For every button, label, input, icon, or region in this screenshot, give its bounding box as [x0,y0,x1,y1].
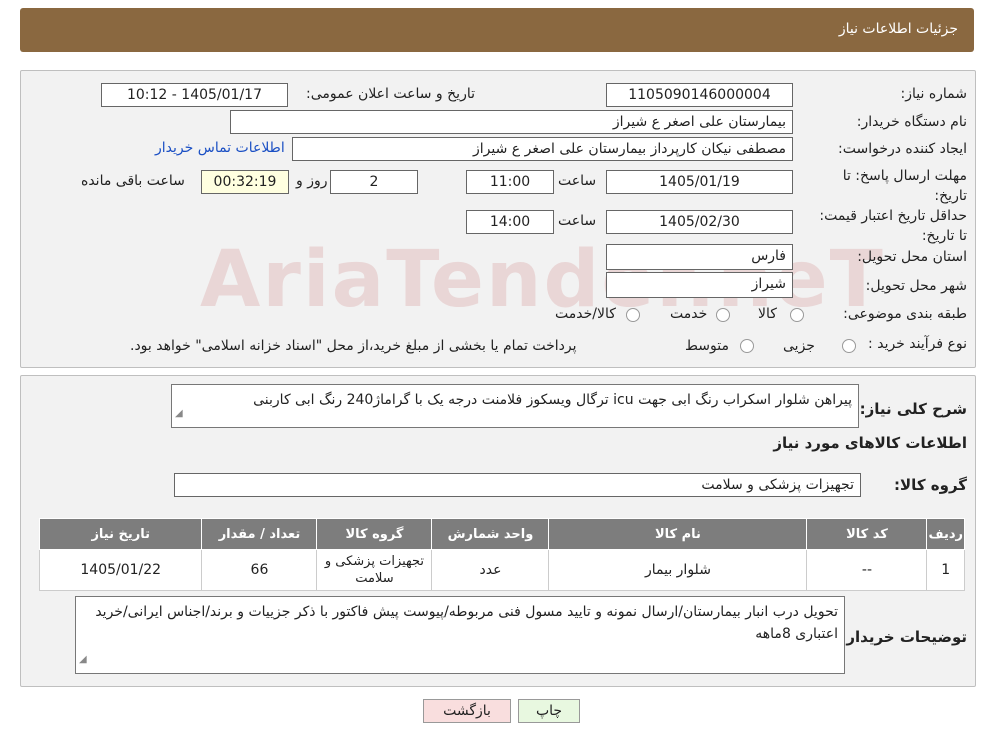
goods-info-title: اطلاعات کالاهای مورد نیاز [773,434,967,452]
need-summary-text: پیراهن شلوار اسکراب رنگ ابی جهت icu ترگا… [253,392,852,408]
cell-row-number: 1 [926,549,965,591]
cell-quantity: 66 [201,549,318,591]
category-goods-label: کالا [758,306,777,322]
resize-grip-icon[interactable]: ◢ [79,649,87,671]
need-summary-textarea[interactable]: پیراهن شلوار اسکراب رنگ ابی جهت icu ترگا… [171,384,859,428]
buyer-notes-label: توضیحات خریدار: [840,628,967,646]
buyer-contact-link[interactable]: اطلاعات تماس خریدار [155,140,285,156]
purchase-minor-radio[interactable] [842,339,856,353]
purchase-medium-radio[interactable] [740,339,754,353]
response-deadline-label: مهلت ارسال پاسخ: تا تاریخ: [842,168,967,204]
days-remaining-field: 2 [330,170,418,194]
goods-group-field: تجهیزات پزشکی و سلامت [174,473,861,497]
page-title: جزئیات اطلاعات نیاز [838,21,958,37]
category-service-radio[interactable] [716,308,730,322]
announce-datetime-field: 1405/01/17 - 10:12 [101,83,288,107]
back-button[interactable]: بازگشت [423,699,511,723]
goods-table: ردیف کد کالا نام کالا واحد شمارش گروه کا… [38,518,965,591]
buyer-notes-textarea[interactable]: تحویل درب انبار بیمارستان/ارسال نمونه و … [75,596,845,674]
page-header: جزئیات اطلاعات نیاز [20,8,974,52]
requester-field: مصطفی نیکان کارپرداز بیمارستان علی اصغر … [292,137,793,161]
response-time-label: ساعت [558,173,597,189]
col-goods-group: گروه کالا [316,518,433,550]
province-field: فارس [606,244,793,270]
cell-goods-group: تجهیزات پزشکی و سلامت [316,549,433,591]
province-label: استان محل تحویل: [857,249,967,265]
cell-goods-code: -- [806,549,928,591]
print-button[interactable]: چاپ [518,699,580,723]
category-goods-service-label: کالا/خدمت [555,306,616,322]
time-remaining-field: 00:32:19 [201,170,289,194]
time-remaining-label: ساعت باقی مانده [81,173,185,189]
need-number-label: شماره نیاز: [900,86,968,102]
city-label: شهر محل تحویل: [865,278,967,294]
buyer-notes-text: تحویل درب انبار بیمارستان/ارسال نمونه و … [95,604,838,642]
buyer-org-label: نام دستگاه خریدار: [856,114,967,130]
category-service-label: خدمت [670,306,708,322]
category-goods-radio[interactable] [790,308,804,322]
price-validity-time-field: 14:00 [466,210,554,234]
resize-grip-icon[interactable]: ◢ [175,403,183,425]
col-goods-name: نام کالا [548,518,808,550]
category-goods-service-radio[interactable] [626,308,640,322]
col-goods-code: کد کالا [806,518,928,550]
announce-datetime-label: تاریخ و ساعت اعلان عمومی: [306,86,475,102]
price-validity-label: حداقل تاریخ اعتبار قیمت: تا تاریخ: [819,208,967,244]
treasury-note: پرداخت تمام یا بخشی از مبلغ خرید،از محل … [130,338,577,354]
cell-unit: عدد [431,549,550,591]
goods-group-label: گروه کالا: [894,476,967,494]
col-quantity: تعداد / مقدار [201,518,318,550]
col-unit: واحد شمارش [431,518,550,550]
response-date-field: 1405/01/19 [606,170,793,194]
col-row-number: ردیف [926,518,965,550]
cell-need-date: 1405/01/22 [38,549,203,591]
days-label: روز و [296,173,328,189]
purchase-medium-label: متوسط [685,338,729,354]
response-time-field: 11:00 [466,170,554,194]
buyer-org-field: بیمارستان علی اصغر ع شیراز [230,110,793,134]
purchase-minor-label: جزیی [783,338,815,354]
city-field: شیراز [606,272,793,298]
table-row: 1 -- شلوار بیمار عدد تجهیزات پزشکی و سلا… [38,549,965,591]
cell-goods-name: شلوار بیمار [548,549,808,591]
table-header-row: ردیف کد کالا نام کالا واحد شمارش گروه کا… [38,518,965,550]
price-validity-time-label: ساعت [558,213,597,229]
requester-label: ایجاد کننده درخواست: [838,141,967,157]
need-number-field: 1105090146000004 [606,83,793,107]
category-label: طبقه بندی موضوعی: [843,306,967,322]
purchase-type-label: نوع فرآیند خرید : [868,336,967,352]
need-summary-label: شرح کلی نیاز: [859,400,967,418]
price-validity-date-field: 1405/02/30 [606,210,793,234]
col-need-date: تاریخ نیاز [38,518,203,550]
